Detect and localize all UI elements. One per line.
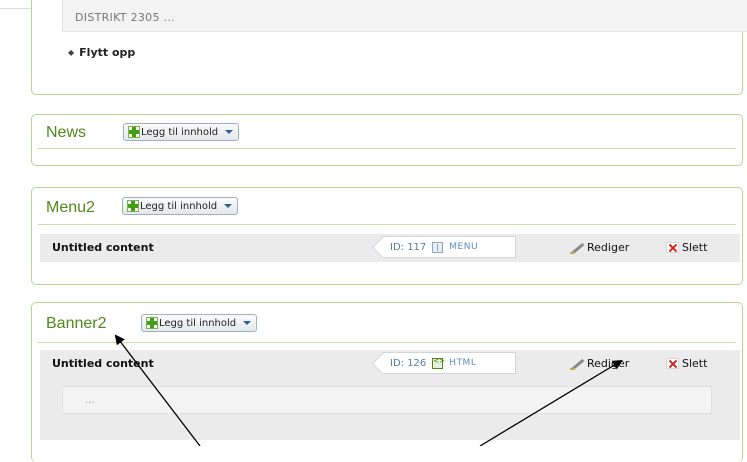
plus-icon [127,200,139,212]
delete-icon [666,358,679,369]
content-type: MENU [449,242,479,252]
panel-banner2: Banner2 Legg til innhold Untitled conten… [31,302,743,462]
plus-icon [146,317,158,329]
plus-icon [128,126,140,138]
menu-type-icon [432,241,444,253]
add-content-label: Legg til innhold [141,126,219,138]
move-up-label: Flytt opp [79,46,136,59]
content-id-tag: ID: 117 MENU [382,236,516,258]
panel-title-banner2: Banner2 [46,315,107,332]
content-preview-box: ... [62,386,712,414]
panel-separator [38,224,736,225]
delete-icon [666,242,679,253]
panel-title-menu2: Menu2 [46,199,95,216]
add-content-label: Legg til innhold [159,317,237,329]
panel-title-news: News [46,124,87,141]
delete-label: Slett [682,241,708,254]
delete-button[interactable]: Slett [666,241,707,254]
content-title: Untitled content [52,241,154,254]
panel-menu2: Menu2 Legg til innhold Untitled content … [31,187,743,285]
content-id: ID: 126 [390,357,427,369]
panel-separator [38,342,736,343]
content-title: Untitled content [52,357,154,370]
edit-label: Rediger [587,241,630,254]
caret-down-icon [224,204,233,208]
caret-down-icon [225,130,234,134]
panel-news: News Legg til innhold [31,114,743,166]
content-preview-text: ... [85,395,95,406]
pencil-icon [570,358,584,370]
content-type: HTML [449,358,477,368]
content-id-tag: ID: 126 HTML [382,352,516,374]
edit-button[interactable]: Rediger [570,241,629,254]
panel-separator [38,148,736,149]
move-up-link[interactable]: ◆ Flytt opp [68,46,135,59]
add-content-label: Legg til innhold [140,200,218,212]
panel-district: DISTRIKT 2305 ... ◆ Flytt opp [31,0,747,95]
edit-label: Rediger [587,357,630,370]
pencil-icon [570,242,584,254]
district-text: DISTRIKT 2305 ... [75,11,175,24]
edit-button[interactable]: Rediger [570,357,629,370]
caret-down-icon [243,321,252,325]
delete-button[interactable]: Slett [666,357,707,370]
add-content-button-news[interactable]: Legg til innhold [123,123,240,141]
delete-label: Slett [682,357,708,370]
add-content-button-banner2[interactable]: Legg til innhold [141,314,258,332]
content-id: ID: 117 [390,241,427,253]
arrow-up-icon: ◆ [68,48,75,57]
content-row: Untitled content ID: 117 MENU Rediger Sl… [40,234,740,262]
content-row: Untitled content ID: 126 HTML Rediger Sl… [40,350,740,440]
district-content-box: DISTRIKT 2305 ... [62,0,747,32]
add-content-button-menu2[interactable]: Legg til innhold [122,197,239,215]
html-type-icon [432,357,445,369]
